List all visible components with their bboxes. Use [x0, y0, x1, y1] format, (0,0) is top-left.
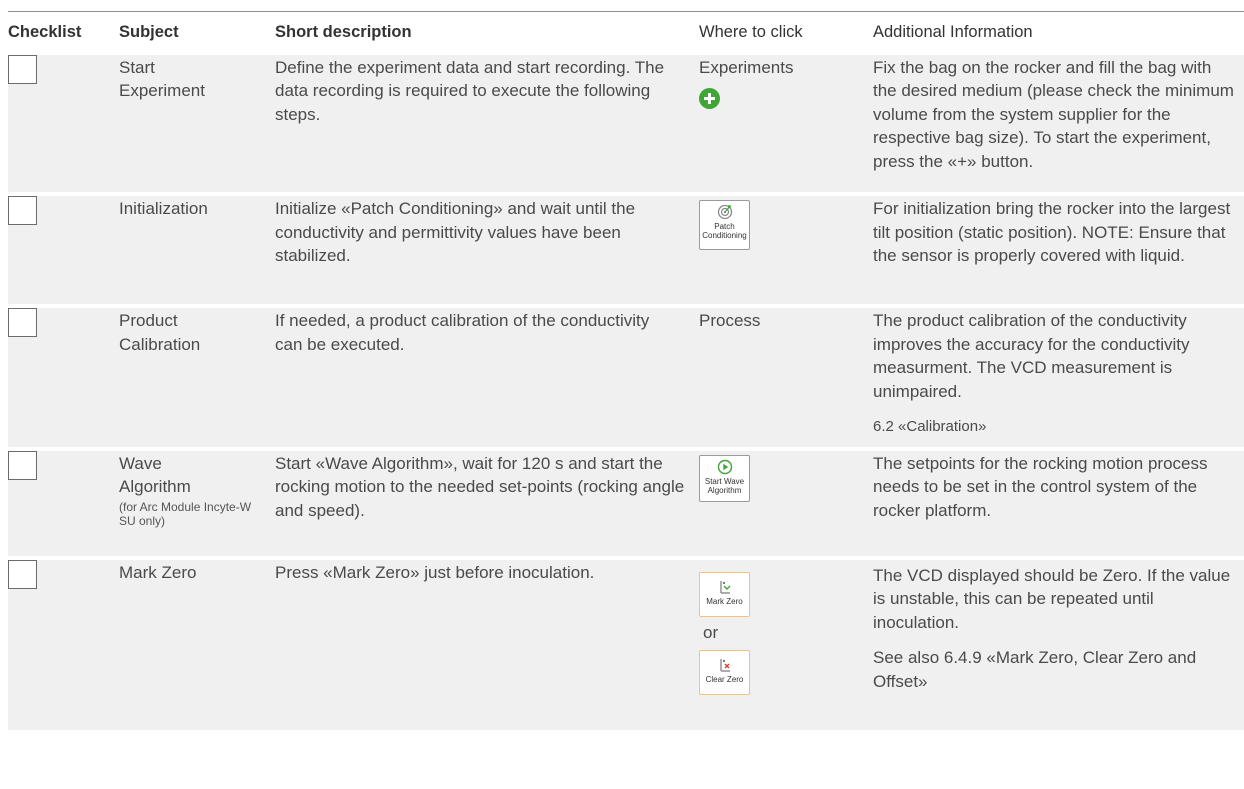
subject-note: (for Arc Module Incyte-W SU only) — [119, 499, 252, 528]
info-reference: 6.2 «Calibration» — [873, 418, 987, 435]
description-cell: Define the experiment data and start rec… — [275, 57, 665, 124]
info-cell: The setpoints for the rocking motion pro… — [873, 453, 1208, 520]
plus-circle-icon[interactable] — [699, 88, 720, 109]
play-circle-icon — [717, 459, 732, 474]
subject-cell: Mark Zero — [119, 562, 197, 582]
where-cell: Process — [699, 311, 761, 330]
info-cell: The VCD displayed should be Zero. If the… — [873, 560, 1244, 702]
info-cell: For initialization bring the rocker into… — [873, 199, 1231, 265]
description-cell: Initialize «Patch Conditioning» and wait… — [275, 199, 636, 265]
header-subject: Subject — [119, 12, 275, 55]
header-row: Checklist Subject Short description Wher… — [8, 12, 1244, 55]
where-text: Experiments — [699, 57, 794, 77]
mark-zero-label: Mark Zero — [706, 596, 743, 606]
description-cell: Start «Wave Algorithm», wait for 120 s a… — [275, 453, 685, 520]
where-cell: Patch Conditioning — [699, 196, 873, 258]
header-where: Where to click — [699, 12, 873, 55]
info-cell: Fix the bag on the rocker and fill the b… — [873, 57, 1234, 171]
subject-cell: Product Calibration — [119, 311, 201, 354]
mark-zero-button[interactable]: Mark Zero — [699, 571, 750, 617]
patch-conditioning-button[interactable]: Patch Conditioning — [699, 200, 750, 250]
info-text: The product calibration of the conductiv… — [873, 311, 1190, 401]
clear-zero-icon — [719, 659, 730, 672]
checklist-table: Checklist Subject Short description Wher… — [8, 12, 1244, 734]
where-cell: Mark Zero or Clear Zero — [699, 560, 873, 704]
description-cell: Press «Mark Zero» just before inoculatio… — [275, 562, 595, 582]
mark-zero-icon — [719, 580, 730, 594]
info-reference: See also 6.4.9 «Mark Zero, Clear Zero an… — [873, 648, 1197, 691]
header-info: Additional Information — [873, 12, 1244, 55]
where-cell: Start Wave Algorithm — [699, 451, 873, 510]
patch-conditioning-icon — [717, 204, 732, 220]
clear-zero-label: Clear Zero — [705, 675, 744, 684]
start-wave-algorithm-button[interactable]: Start Wave Algorithm — [699, 454, 750, 502]
or-text: or — [703, 622, 719, 642]
header-checklist: Checklist — [8, 12, 119, 55]
table-row: Initialization Initialize «Patch Conditi… — [8, 194, 1244, 308]
checkbox[interactable] — [8, 450, 37, 480]
table-row: Start Experiment Define the experiment d… — [8, 54, 1244, 196]
subject-cell: Start Experiment — [119, 57, 205, 101]
clear-zero-button[interactable]: Clear Zero — [699, 650, 750, 695]
checkbox[interactable] — [8, 196, 37, 225]
checkbox[interactable] — [8, 308, 37, 337]
table-row: Product Calibration If needed, a product… — [8, 306, 1244, 451]
checkbox[interactable] — [8, 54, 37, 84]
table-row: Mark Zero Press «Mark Zero» just before … — [8, 557, 1244, 734]
description-cell: If needed, a product calibration of the … — [275, 311, 650, 354]
checkbox[interactable] — [8, 559, 37, 589]
start-wave-algorithm-label: Start Wave Algorithm — [704, 476, 745, 495]
info-cell: The product calibration of the conductiv… — [873, 308, 1244, 447]
subject-cell: Initialization — [119, 199, 208, 218]
subject-title: Wave Algorithm — [119, 453, 191, 497]
patch-conditioning-label: Patch Conditioning — [702, 222, 747, 240]
header-description: Short description — [275, 12, 699, 55]
table-row: Wave Algorithm (for Arc Module Incyte-W … — [8, 448, 1244, 560]
info-text: The VCD displayed should be Zero. If the… — [873, 565, 1231, 632]
subject-cell: Wave Algorithm (for Arc Module Incyte-W … — [119, 451, 275, 536]
where-cell: Experiments — [699, 55, 873, 118]
